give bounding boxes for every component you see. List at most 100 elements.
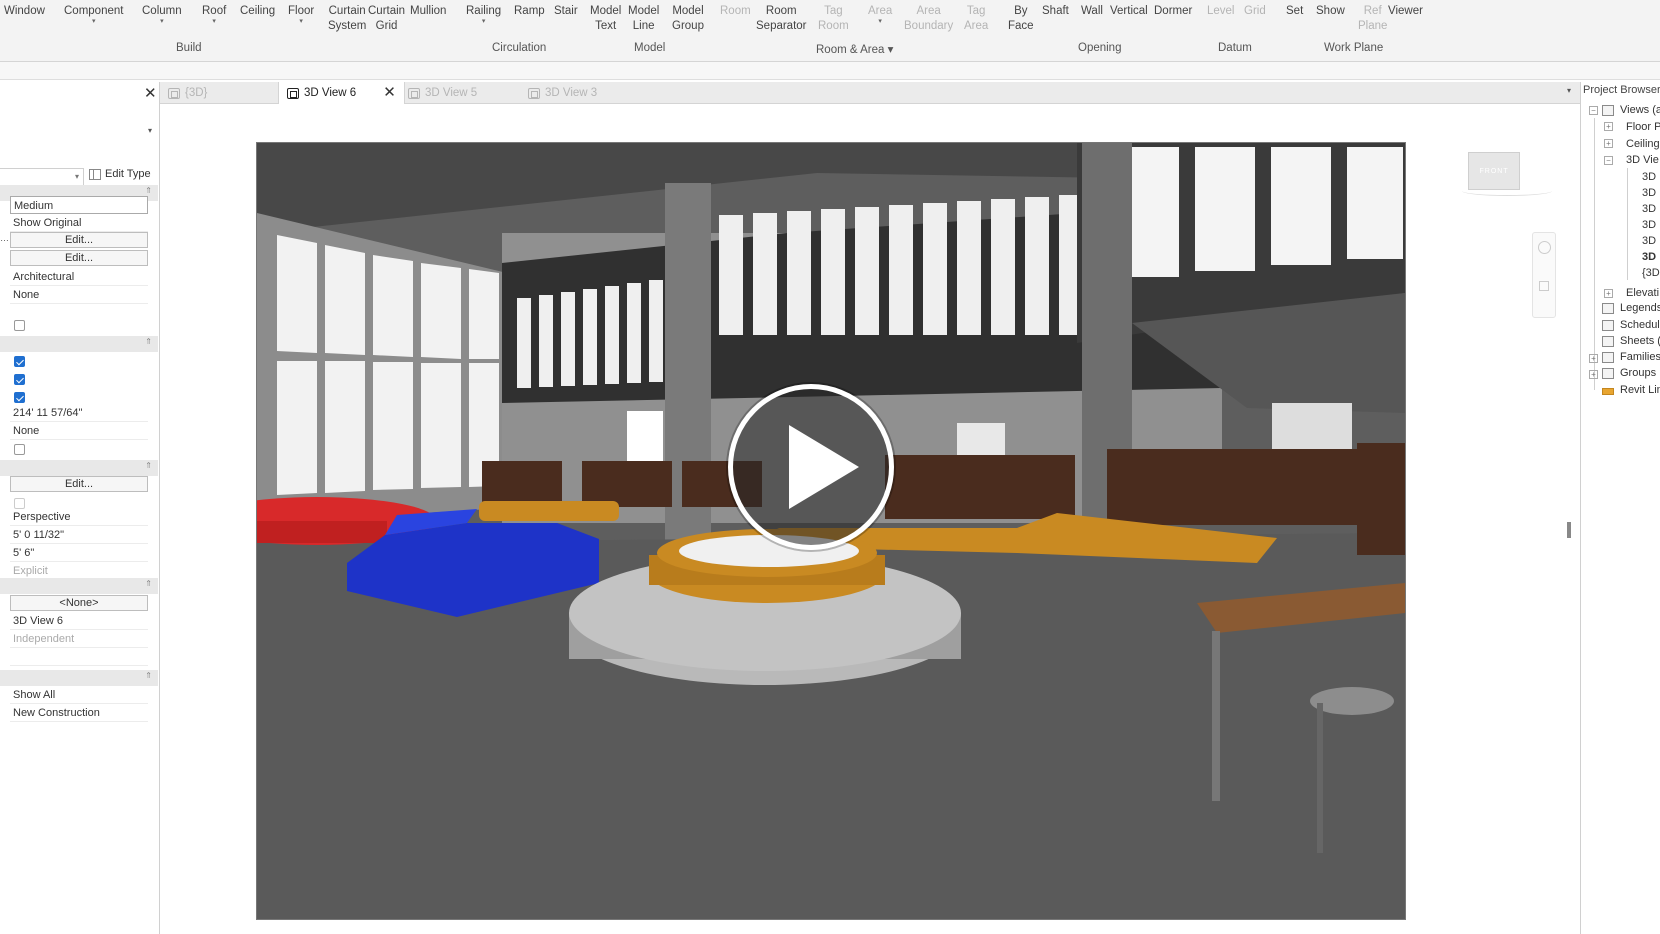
section-box-checkbox[interactable] bbox=[14, 444, 25, 455]
annotation-crop-checkbox[interactable] bbox=[14, 392, 25, 403]
tab-menu-icon[interactable]: ▾ bbox=[1567, 86, 1571, 95]
parts-visibility-field[interactable]: Show Original bbox=[10, 214, 148, 232]
default-analysis-field[interactable]: None bbox=[10, 286, 148, 304]
tree-floor-plans[interactable]: Floor P bbox=[1626, 121, 1660, 133]
section-camera-header[interactable]: ⇑ bbox=[0, 460, 158, 476]
type-selector[interactable]: ▾ bbox=[0, 168, 84, 186]
navigation-bar[interactable] bbox=[1532, 232, 1556, 318]
area-button[interactable]: Area ▾ bbox=[868, 4, 892, 25]
tab-3d-view-5[interactable]: 3D View 5 bbox=[408, 82, 477, 104]
model-line-button[interactable]: Model Line bbox=[628, 4, 659, 34]
window-button[interactable]: Window bbox=[4, 4, 45, 19]
far-clip-offset-field[interactable]: 214' 11 57/64" bbox=[10, 404, 148, 422]
expand-icon[interactable]: + bbox=[1604, 139, 1613, 148]
panel-splitter[interactable] bbox=[1567, 522, 1571, 538]
tag-room-button[interactable]: Tag Room bbox=[818, 4, 849, 34]
component-button[interactable]: Component ▾ bbox=[64, 4, 123, 25]
tab-3d-view-3[interactable]: 3D View 3 bbox=[528, 82, 597, 104]
floor-button[interactable]: Floor ▾ bbox=[288, 4, 314, 25]
by-face-button[interactable]: By Face bbox=[1008, 4, 1034, 34]
graphic-display-edit-button[interactable]: Edit... bbox=[10, 250, 148, 266]
section-phasing-header[interactable]: ⇑ bbox=[0, 670, 158, 686]
phase-field[interactable]: New Construction bbox=[10, 704, 148, 722]
tree-legends[interactable]: Legends bbox=[1620, 302, 1660, 314]
eye-elevation-field[interactable]: 5' 0 11/32" bbox=[10, 526, 148, 544]
checkbox-option[interactable] bbox=[14, 320, 25, 331]
railing-button[interactable]: Railing ▾ bbox=[466, 4, 501, 25]
rendering-settings-edit-button[interactable]: Edit... bbox=[10, 476, 148, 492]
area-boundary-button[interactable]: Area Boundary bbox=[904, 4, 953, 34]
room-button[interactable]: Room bbox=[720, 4, 751, 19]
crop-region-visible-checkbox[interactable] bbox=[14, 374, 25, 385]
tab-3d-view-6[interactable]: 3D View 6 ✕ bbox=[278, 82, 405, 104]
tree-3d-view-item[interactable]: 3D bbox=[1642, 219, 1656, 231]
ceiling-button[interactable]: Ceiling bbox=[240, 4, 275, 19]
tree-3d-view-item[interactable]: 3D bbox=[1642, 203, 1656, 215]
grid-button[interactable]: Grid bbox=[1244, 4, 1266, 19]
vg-overrides-edit-button[interactable]: Edit... bbox=[10, 232, 148, 248]
section-extents-header[interactable]: ⇑ bbox=[0, 336, 158, 352]
tree-ceiling-plans[interactable]: Ceiling bbox=[1626, 138, 1660, 150]
show-button[interactable]: Show bbox=[1316, 4, 1345, 19]
group-room-area[interactable]: Room & Area ▾ bbox=[816, 42, 893, 56]
column-button[interactable]: Column ▾ bbox=[142, 4, 182, 25]
title-on-sheet-field[interactable] bbox=[10, 648, 148, 666]
tree-3d-view-item[interactable]: 3D bbox=[1642, 235, 1656, 247]
tree-groups[interactable]: Groups bbox=[1620, 367, 1656, 379]
level-button[interactable]: Level bbox=[1207, 4, 1235, 19]
expand-icon[interactable]: + bbox=[1589, 370, 1598, 379]
tree-sheets[interactable]: Sheets ( bbox=[1620, 335, 1660, 347]
ramp-button[interactable]: Ramp bbox=[514, 4, 545, 19]
section-identity-header[interactable]: ⇑ bbox=[0, 578, 158, 594]
tree-elevations[interactable]: Elevati bbox=[1626, 287, 1659, 299]
viewer-button[interactable]: Viewer bbox=[1388, 4, 1423, 19]
detail-level-field[interactable]: Medium bbox=[10, 196, 148, 214]
tree-3d-default[interactable]: {3D bbox=[1642, 267, 1660, 279]
expand-icon[interactable]: + bbox=[1604, 289, 1613, 298]
play-button[interactable] bbox=[728, 384, 894, 550]
tree-3d-view-item[interactable]: 3D bbox=[1642, 171, 1656, 183]
crop-view-checkbox[interactable] bbox=[14, 356, 25, 367]
chevron-down-icon[interactable]: ▾ bbox=[148, 126, 152, 135]
collapse-icon[interactable]: − bbox=[1589, 106, 1598, 115]
shaft-button[interactable]: Shaft bbox=[1042, 4, 1069, 19]
roof-button[interactable]: Roof ▾ bbox=[202, 4, 226, 25]
scope-box-field[interactable]: None bbox=[10, 422, 148, 440]
tab-3d[interactable]: {3D} bbox=[168, 82, 207, 104]
wall-opening-button[interactable]: Wall bbox=[1081, 4, 1103, 19]
tree-views[interactable]: Views (a bbox=[1620, 104, 1660, 116]
view-template-button[interactable]: <None> bbox=[10, 595, 148, 611]
view-name-field[interactable]: 3D View 6 bbox=[10, 612, 148, 630]
tree-families[interactable]: Families bbox=[1620, 351, 1660, 363]
discipline-field[interactable]: Architectural bbox=[10, 268, 148, 286]
zoom-icon[interactable] bbox=[1539, 281, 1549, 291]
expand-icon[interactable]: + bbox=[1589, 354, 1598, 363]
tree-3d-views[interactable]: 3D Vie bbox=[1626, 154, 1659, 166]
edit-type-button[interactable]: Edit Type bbox=[89, 168, 151, 180]
model-group-button[interactable]: Model Group bbox=[672, 4, 704, 34]
viewcube[interactable]: FRONT RIGHT bbox=[1462, 150, 1552, 213]
expand-icon[interactable]: + bbox=[1604, 122, 1613, 131]
mullion-button[interactable]: Mullion bbox=[410, 4, 446, 19]
collapse-icon[interactable]: − bbox=[1604, 156, 1613, 165]
stair-button[interactable]: Stair bbox=[554, 4, 578, 19]
model-text-button[interactable]: Model Text bbox=[590, 4, 621, 34]
room-separator-button[interactable]: Room Separator bbox=[756, 4, 807, 34]
tree-schedules[interactable]: Schedul bbox=[1620, 319, 1660, 331]
tree-3d-view-item[interactable]: 3D bbox=[1642, 187, 1656, 199]
vertical-opening-button[interactable]: Vertical bbox=[1110, 4, 1148, 19]
tree-3d-view-current[interactable]: 3D bbox=[1642, 251, 1656, 263]
projection-mode-field[interactable]: Perspective bbox=[10, 508, 148, 526]
tag-area-button[interactable]: Tag Area bbox=[964, 4, 988, 34]
close-icon[interactable]: ✕ bbox=[144, 84, 157, 102]
ref-plane-button[interactable]: Ref Plane bbox=[1358, 4, 1387, 34]
phase-filter-field[interactable]: Show All bbox=[10, 686, 148, 704]
close-icon[interactable]: ✕ bbox=[383, 82, 396, 104]
target-elevation-field[interactable]: 5' 6" bbox=[10, 544, 148, 562]
curtain-grid-button[interactable]: Curtain Grid bbox=[368, 4, 405, 34]
curtain-system-button[interactable]: Curtain System bbox=[328, 4, 366, 34]
tree-revit-links[interactable]: Revit Lin bbox=[1620, 384, 1660, 396]
dormer-button[interactable]: Dormer bbox=[1154, 4, 1192, 19]
steering-wheel-icon[interactable] bbox=[1538, 241, 1551, 254]
set-button[interactable]: Set bbox=[1286, 4, 1303, 19]
